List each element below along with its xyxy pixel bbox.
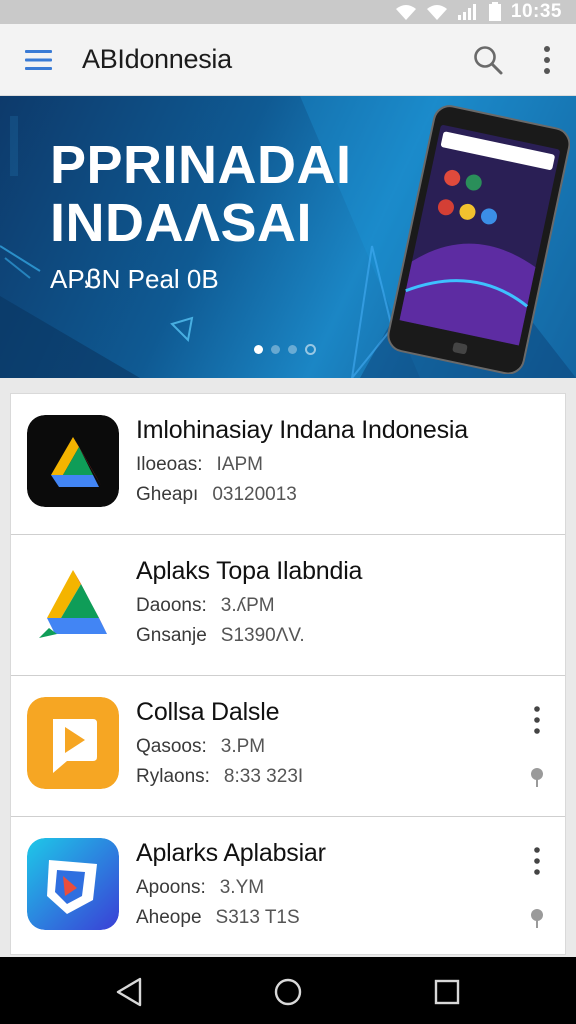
signal-icon — [457, 4, 476, 20]
app-meta-line: Rylaons: 8:33 323I — [136, 766, 303, 788]
system-nav-bar — [0, 957, 576, 1024]
list-item[interactable]: Aplaks Topa Ilabndia Daoons: 3.ʎPM Gnsanj… — [11, 535, 565, 676]
app-meta-line: Aheope S313 T1S — [136, 907, 300, 929]
app-title: Aplaks Topa Ilabndia — [136, 557, 363, 585]
meta-label: Gnsanje — [136, 625, 207, 646]
app-meta-line: Iloeoas: IAPM — [136, 454, 263, 476]
meta-label: Qasoos: — [136, 736, 207, 757]
meta-label: Apoons: — [136, 877, 206, 898]
app-meta-line: Qasoos: 3.PM — [136, 736, 265, 758]
app-meta-line: Daoons: 3.ʎPM — [136, 595, 275, 617]
wifi-icon — [395, 5, 416, 20]
app-list: Imlohinasiay Indana Indonesia Iloeoas: IA… — [10, 393, 566, 955]
drive-triangle-icon — [27, 556, 119, 648]
meta-label: Iloeoas: — [136, 454, 203, 475]
app-title: Imlohinasiay Indana Indonesia — [136, 416, 468, 444]
wifi-icon — [426, 5, 447, 20]
meta-value: 3.PM — [220, 736, 266, 757]
app-meta-line: Apoons: 3.YM — [136, 877, 264, 899]
app-title: ABIdonnesia — [82, 44, 232, 74]
pin-icon — [531, 768, 543, 787]
shield-arrow-icon — [27, 838, 119, 930]
app-bar: ABIdonnesia — [0, 24, 576, 96]
meta-label: Daoons: — [136, 595, 207, 616]
app-title: Collsa Dalsle — [136, 698, 280, 726]
carousel-indicator — [254, 344, 316, 355]
status-time: 10:35 — [510, 1, 562, 22]
carousel-dot[interactable] — [254, 345, 263, 354]
battery-icon — [488, 2, 501, 21]
banner-title: PPRINADAI INDAɅSAI — [50, 135, 352, 253]
pin-icon — [531, 909, 543, 928]
overflow-menu-icon[interactable] — [533, 44, 561, 76]
list-item[interactable]: Collsa Dalsle Qasoos: 3.PM Rylaons: 8:33 3… — [11, 676, 565, 817]
app-title: Aplarks Aplabsiar — [136, 839, 326, 867]
app-meta-line: Gnsanje S1390ɅV. — [136, 625, 305, 647]
drive-triangle-icon — [27, 415, 119, 507]
meta-value: IAPM — [216, 454, 263, 475]
menu-icon[interactable] — [24, 48, 54, 72]
promo-banner[interactable]: PPRINADAI INDAɅSAI APᏰN Peal 0B — [0, 96, 576, 378]
list-item[interactable]: Imlohinasiay Indana Indonesia Iloeoas: IA… — [11, 394, 565, 535]
home-icon[interactable] — [271, 975, 305, 1009]
search-icon[interactable] — [472, 44, 504, 76]
meta-value: 03120013 — [212, 484, 297, 505]
carousel-dot[interactable] — [288, 345, 297, 354]
app-meta-line: Gheapı 03120013 — [136, 484, 297, 506]
more-vert-icon[interactable] — [527, 845, 547, 877]
carousel-dot[interactable] — [305, 344, 316, 355]
recents-icon[interactable] — [430, 975, 464, 1009]
carousel-dot[interactable] — [271, 345, 280, 354]
meta-value: 8:33 323I — [223, 766, 304, 787]
meta-label: Rylaons: — [136, 766, 210, 787]
phone-illustration — [387, 105, 570, 374]
play-icon — [27, 697, 119, 789]
more-vert-icon[interactable] — [527, 704, 547, 736]
meta-value: S1390ɅV. — [220, 625, 305, 646]
back-icon[interactable] — [112, 975, 146, 1009]
status-bar: 10:35 — [0, 0, 576, 24]
meta-value: 3.ʎPM — [220, 595, 275, 616]
meta-label: Gheapı — [136, 484, 199, 505]
meta-label: Aheope — [136, 907, 202, 928]
meta-value: S313 T1S — [215, 907, 300, 928]
meta-value: 3.YM — [219, 877, 265, 898]
list-item[interactable]: Aplarks Aplabsiar Apoons: 3.YM Aheope S313… — [11, 817, 565, 958]
banner-subtitle: APᏰN Peal 0B — [50, 264, 219, 294]
